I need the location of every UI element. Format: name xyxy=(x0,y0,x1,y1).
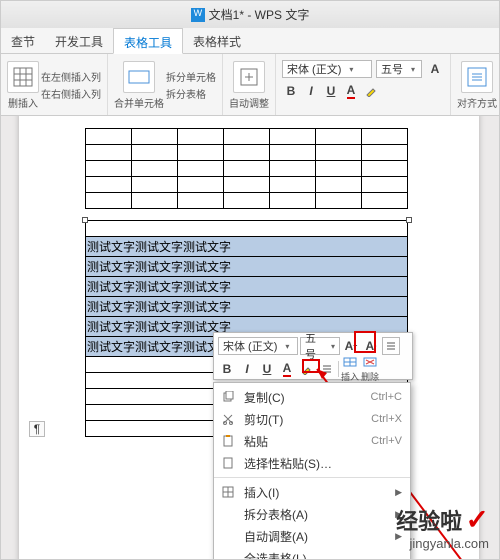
autosize-button[interactable] xyxy=(233,61,265,93)
wps-icon xyxy=(191,8,205,22)
data-row-4[interactable]: 测试文字测试文字测试文字 xyxy=(86,297,408,317)
bold-icon[interactable]: B xyxy=(282,82,300,100)
data-row-2[interactable]: 测试文字测试文字测试文字 xyxy=(86,257,408,277)
font-select[interactable]: 宋体 (正文) xyxy=(282,60,372,78)
split-table[interactable]: 拆分表格 xyxy=(166,86,216,101)
paste-special-icon xyxy=(220,455,236,471)
grow-font-icon[interactable]: A xyxy=(426,60,444,78)
underline-icon[interactable]: U xyxy=(258,360,276,378)
indent-icon[interactable] xyxy=(382,337,400,355)
paragraph-mark-icon[interactable]: ¶ xyxy=(29,421,45,437)
cut-icon xyxy=(220,411,236,427)
table-top[interactable] xyxy=(85,128,408,209)
underline-icon[interactable]: U xyxy=(322,82,340,100)
ctx-cut[interactable]: 剪切(T)Ctrl+X xyxy=(214,408,410,430)
selection-handle[interactable] xyxy=(82,217,88,223)
ribbon: 删插入 在左侧插入列 在右侧插入列 合并单元格 拆分单元格 拆分表格 自动调整 … xyxy=(1,54,499,116)
ctx-copy[interactable]: 复制(C)Ctrl+C xyxy=(214,386,410,408)
copy-icon xyxy=(220,389,236,405)
delete-insert-button[interactable] xyxy=(7,61,39,93)
font-color-icon[interactable]: A xyxy=(278,360,296,378)
highlight-box-1 xyxy=(354,331,376,353)
tab-table-tools[interactable]: 表格工具 xyxy=(113,28,183,54)
insert-icon xyxy=(220,484,236,500)
autosize-label: 自动调整 xyxy=(229,95,269,110)
selection-handle[interactable] xyxy=(406,217,412,223)
group-merge: 合并单元格 拆分单元格 拆分表格 xyxy=(108,54,223,116)
document-area: 测试文字测试文字测试文字 测试文字测试文字测试文字 测试文字测试文字测试文字 测… xyxy=(1,116,499,559)
highlight-box-2 xyxy=(302,359,320,373)
italic-icon[interactable]: I xyxy=(302,82,320,100)
font-color-icon[interactable]: A xyxy=(342,82,360,100)
merge-cells-label: 合并单元格 xyxy=(114,95,164,110)
check-icon: ✓ xyxy=(466,504,489,535)
mini-delete-label[interactable]: 删除 xyxy=(361,370,379,383)
context-menu: 复制(C)Ctrl+C 剪切(T)Ctrl+X 粘贴Ctrl+V 选择性粘贴(S… xyxy=(213,382,411,559)
tab-table-style[interactable]: 表格样式 xyxy=(183,28,251,53)
align-icon[interactable] xyxy=(318,360,336,378)
italic-icon[interactable]: I xyxy=(238,360,256,378)
group-delete-insert: 删插入 在左侧插入列 在右侧插入列 xyxy=(1,54,108,116)
document-title: 文档1* - WPS 文字 xyxy=(209,6,310,23)
mini-insert-label[interactable]: 插入 xyxy=(341,370,359,383)
paste-icon xyxy=(220,433,236,449)
ctx-select-all[interactable]: 全选表格(L) xyxy=(214,547,410,559)
group-autosize: 自动调整 xyxy=(223,54,276,116)
titlebar: 文档1* - WPS 文字 xyxy=(1,1,499,28)
data-row-1[interactable]: 测试文字测试文字测试文字 xyxy=(86,237,408,257)
group-font: 宋体 (正文) 五号 A B I U A xyxy=(276,54,451,116)
mini-font-select[interactable]: 宋体 (正文) xyxy=(218,337,298,355)
align-button[interactable] xyxy=(461,61,493,93)
ctx-insert[interactable]: 插入(I)▶ xyxy=(214,481,410,503)
group-align: 对齐方式 xyxy=(451,54,499,116)
ribbon-tabs: 查节 开发工具 表格工具 表格样式 xyxy=(1,28,499,54)
mini-size-select[interactable]: 五号 xyxy=(300,337,340,355)
autosize-icon xyxy=(220,528,236,544)
insert-col-left[interactable]: 在左侧插入列 xyxy=(41,69,101,84)
watermark: 经验啦 ✓ jingyanla.com xyxy=(396,503,489,551)
bold-icon[interactable]: B xyxy=(218,360,236,378)
tab-developer[interactable]: 开发工具 xyxy=(45,28,113,53)
ctx-paste[interactable]: 粘贴Ctrl+V xyxy=(214,430,410,452)
select-all-icon xyxy=(220,550,236,559)
data-row-3[interactable]: 测试文字测试文字测试文字 xyxy=(86,277,408,297)
insert-col-right[interactable]: 在右侧插入列 xyxy=(41,86,101,101)
highlight-icon[interactable] xyxy=(362,82,380,100)
mini-insert-icon[interactable] xyxy=(342,356,358,368)
align-label: 对齐方式 xyxy=(457,95,497,110)
tab-section[interactable]: 查节 xyxy=(1,28,45,53)
font-size-select[interactable]: 五号 xyxy=(376,60,422,78)
ctx-split-table[interactable]: 拆分表格(A)▶ xyxy=(214,503,410,525)
merge-cells-button[interactable] xyxy=(123,61,155,93)
delete-insert-label: 删插入 xyxy=(8,95,38,110)
ctx-paste-special[interactable]: 选择性粘贴(S)… xyxy=(214,452,410,474)
ctx-separator xyxy=(214,477,410,478)
ctx-autosize[interactable]: 自动调整(A)▶ xyxy=(214,525,410,547)
watermark-brand: 经验啦 xyxy=(396,509,462,534)
split-cells[interactable]: 拆分单元格 xyxy=(166,69,216,84)
mini-delete-icon[interactable] xyxy=(362,356,378,368)
split-table-icon xyxy=(220,506,236,522)
watermark-url: jingyanla.com xyxy=(396,536,489,551)
